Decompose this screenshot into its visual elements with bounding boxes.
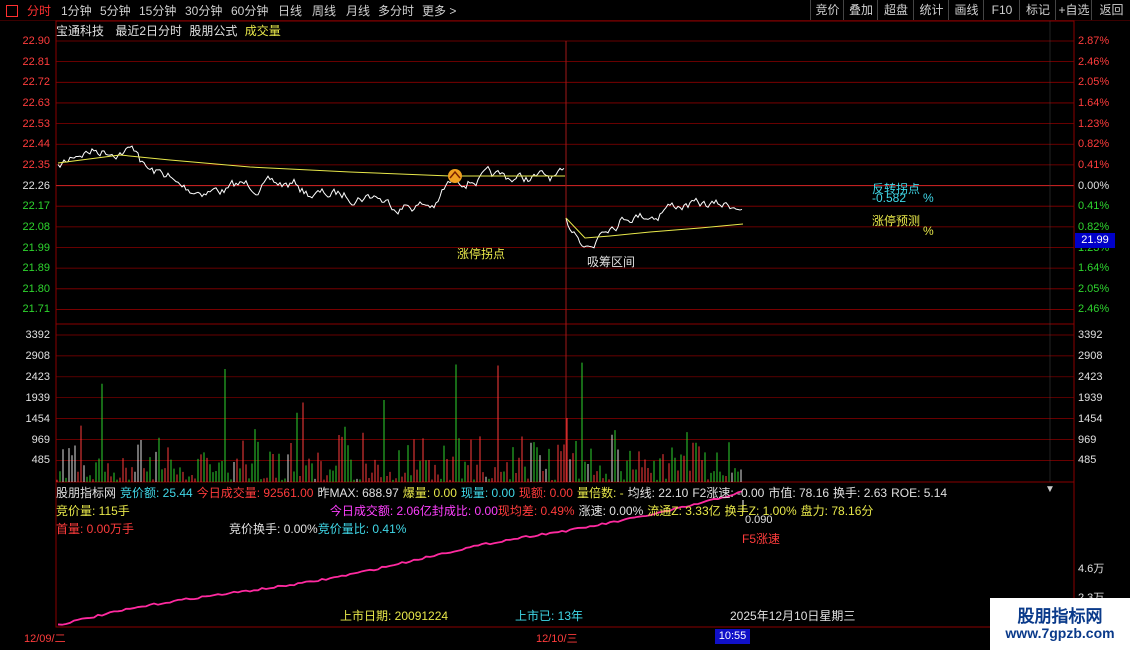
- limit-up-forecast-label: 涨停预测: [872, 214, 921, 228]
- volume-tick-label: 969: [31, 433, 50, 446]
- indicator-field: F2涨速: -0.00: [692, 486, 765, 500]
- percent-tick-label: 1.64%: [1078, 96, 1110, 109]
- indicator-field: 首量: 0.00万手: [56, 522, 135, 536]
- indicator-field: 昨MAX: 688.97: [317, 486, 399, 500]
- reversal-value: -0.582: [872, 191, 907, 205]
- intraday-chart[interactable]: [0, 0, 1130, 650]
- percent-tick-label: 1.23%: [1078, 117, 1110, 130]
- volume-tick-label: 3392: [1078, 329, 1103, 341]
- indicator-dropdown-icon[interactable]: ▼: [1045, 484, 1055, 495]
- price-tick-label: 22.44: [22, 138, 50, 151]
- price-tick-label: 21.89: [22, 262, 50, 275]
- price-line-day2: [565, 197, 743, 249]
- volume-tick-label: 1454: [25, 412, 50, 425]
- price-tick-label: 21.80: [22, 282, 50, 295]
- current-price-badge: 21.99: [1075, 233, 1115, 248]
- indicator-field: 现均差: 0.49%: [497, 504, 575, 518]
- price-tick-label: 22.72: [22, 76, 50, 89]
- time-label-day1: 12/09/二: [24, 633, 66, 645]
- indicator-field: ROE: 5.14: [891, 486, 948, 500]
- indicator-row-1: 股朋指标网 竞价额: 25.44 今日成交量: 92561.00 昨MAX: 688.…: [56, 484, 951, 501]
- volume-tick-label: 485: [1078, 454, 1097, 467]
- price-tick-label: 22.81: [22, 55, 50, 68]
- avg-line-day1: [57, 154, 565, 177]
- percent-tick-label: 2.46%: [1078, 55, 1110, 68]
- volume-tick-label: 2423: [1078, 370, 1103, 383]
- indicator-field: 市值: 78.16: [768, 486, 830, 500]
- indicator-field: 股朋指标网: [56, 486, 117, 500]
- percent-tick-label: 2.05%: [1078, 282, 1110, 295]
- price-tick-label: 22.08: [22, 220, 50, 233]
- indicator-row-3: 首量: 0.00万手 竞价换手: 0.00%竞价量比: 0.41%: [56, 520, 406, 537]
- volume-tick-label: 1939: [25, 391, 50, 404]
- indicator-field: 竞价量: 115手: [56, 504, 130, 518]
- cursor-time-badge: 10:55: [715, 629, 750, 644]
- indicator-field: 流通Z: 3.33亿: [647, 504, 721, 518]
- price-tick-label: 22.90: [22, 35, 50, 47]
- limit-up-turn-label: 涨停拐点: [457, 247, 506, 261]
- price-tick-label: 22.35: [22, 158, 50, 171]
- indicator-field: 爆量: 0.00: [402, 486, 457, 500]
- watermark-title: 股朋指标网: [1017, 607, 1103, 626]
- list-date: 上市日期: 20091224: [340, 609, 449, 623]
- indicator-field: 竞价量比: 0.41%: [317, 522, 407, 536]
- indicator-axis-top: 4.6万: [1078, 563, 1105, 575]
- volume-tick-label: 3392: [25, 329, 50, 341]
- volume-tick-label: 2423: [25, 370, 50, 383]
- percent-tick-label: 0.82%: [1078, 220, 1110, 233]
- price-tick-label: 21.99: [22, 241, 50, 254]
- volume-tick-label: 2908: [1078, 349, 1103, 362]
- watermark-url: www.7gpzb.com: [1005, 625, 1115, 641]
- price-tick-label: 22.63: [22, 96, 50, 109]
- percent-tick-label: 2.87%: [1078, 35, 1110, 47]
- volume-tick-label: 969: [1078, 433, 1097, 446]
- today-date: 2025年12月10日星期三: [730, 609, 856, 623]
- indicator-field: 量倍数: -: [576, 486, 624, 500]
- price-tick-label: 22.17: [22, 200, 50, 213]
- time-label-day2: 12/10/三: [536, 633, 578, 645]
- indicator-field: 涨速: 0.00%: [578, 504, 644, 518]
- volume-tick-label: 2908: [25, 349, 50, 362]
- indicator-field: 现额: 0.00: [518, 486, 573, 500]
- indicator-field: 盘力: 78.16分: [800, 504, 874, 518]
- indicator-field: 竞价额: 25.44: [120, 486, 193, 500]
- speed-label: F5涨速: [742, 532, 781, 546]
- volume-tick-label: 1454: [1078, 412, 1103, 425]
- percent-tick-label: 1.64%: [1078, 262, 1110, 275]
- price-tick-label: 22.53: [22, 117, 50, 130]
- reversal-pct: %: [923, 191, 934, 205]
- percent-tick-label: 0.00%: [1078, 179, 1110, 192]
- indicator-field: 换手: 2.63: [833, 486, 888, 500]
- indicator-field: 均线: 22.10: [627, 486, 689, 500]
- site-watermark-logo: 股朋指标网 www.7gpzb.com: [990, 598, 1130, 650]
- accumulate-zone-label: 吸筹区间: [587, 255, 636, 269]
- percent-tick-label: 2.46%: [1078, 303, 1110, 316]
- listed-years: 上市已: 13年: [515, 609, 584, 623]
- indicator-field: 封成比: 0.00: [431, 504, 498, 518]
- volume-tick-label: 1939: [1078, 391, 1103, 404]
- speed-value: 0.090: [745, 514, 773, 526]
- price-tick-label: 21.71: [22, 303, 50, 316]
- indicator-field: 今日成交量: 92561.00: [196, 486, 314, 500]
- percent-tick-label: 0.82%: [1078, 138, 1110, 151]
- forecast-pct: %: [923, 224, 934, 238]
- indicator-field: 现量: 0.00: [460, 486, 515, 500]
- volume-tick-label: 485: [31, 454, 50, 467]
- indicator-field: 今日成交额: 2.06亿: [329, 504, 432, 518]
- indicator-field: 竞价换手: 0.00%: [229, 522, 318, 536]
- percent-tick-label: 0.41%: [1078, 158, 1110, 171]
- price-tick-label: 22.26: [22, 179, 50, 192]
- avg-line-day2: [565, 217, 744, 239]
- percent-tick-label: 0.41%: [1078, 200, 1110, 213]
- percent-tick-label: 2.05%: [1078, 76, 1110, 89]
